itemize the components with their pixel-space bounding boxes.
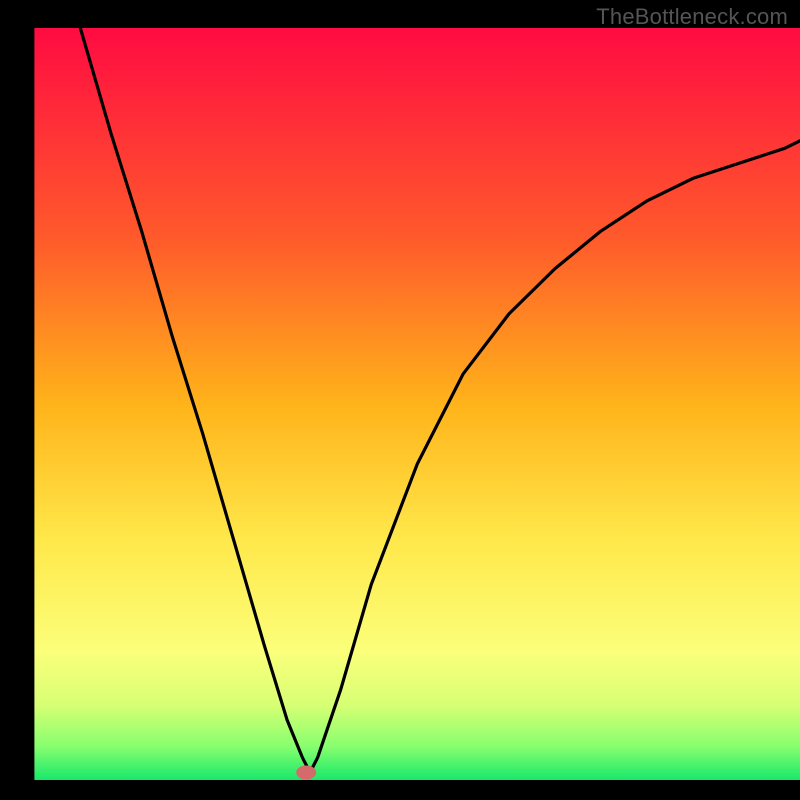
bottleneck-chart bbox=[0, 0, 800, 800]
chart-plot-background bbox=[34, 28, 800, 780]
watermark-label: TheBottleneck.com bbox=[596, 4, 788, 30]
optimal-point-marker bbox=[296, 765, 316, 779]
chart-container: TheBottleneck.com bbox=[0, 0, 800, 800]
